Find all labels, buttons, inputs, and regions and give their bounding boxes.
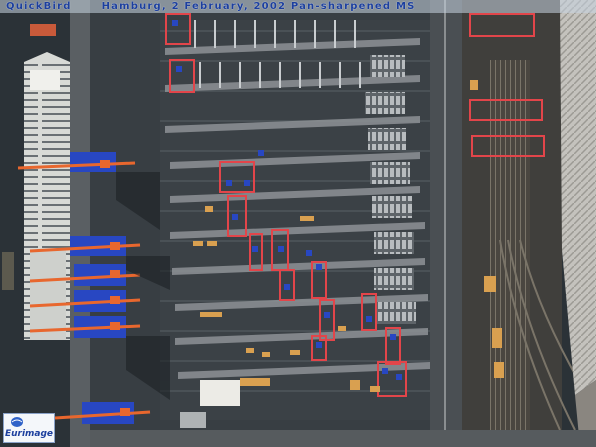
satellite-image: QuickBird Hamburg, 2 February, 2002 Pan-… [0, 0, 596, 447]
yard-building [200, 380, 240, 406]
globe-icon [11, 417, 23, 427]
image-description: Hamburg, 2 February, 2002 Pan-sharpened … [101, 1, 416, 12]
port-aerial-photo [0, 0, 596, 447]
satellite-name: QuickBird [6, 1, 72, 12]
container-ship [24, 52, 70, 340]
logo-text: Eurimage [4, 429, 54, 439]
image-caption: QuickBird Hamburg, 2 February, 2002 Pan-… [0, 0, 596, 13]
eurimage-logo: Eurimage [3, 413, 55, 443]
